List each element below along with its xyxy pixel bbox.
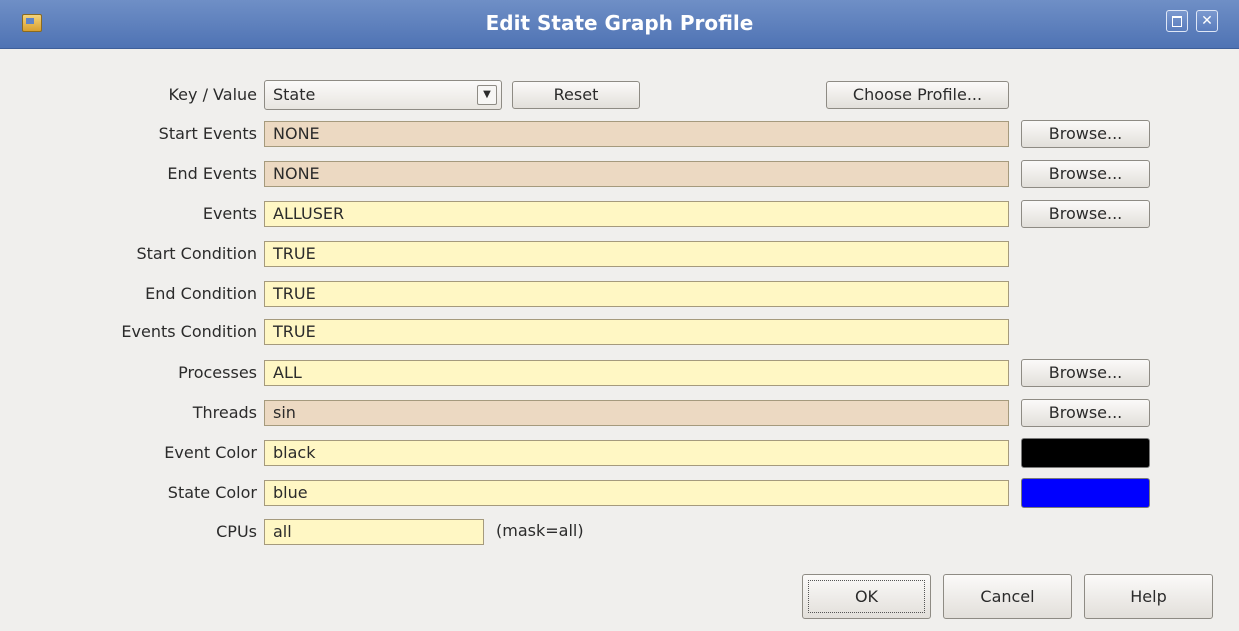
start-condition-label: Start Condition	[136, 244, 257, 263]
events-condition-label: Events Condition	[121, 322, 257, 341]
end-events-label: End Events	[167, 164, 257, 183]
event-color-label: Event Color	[164, 443, 257, 462]
state-color-swatch[interactable]	[1021, 478, 1150, 508]
cpus-label: CPUs	[216, 522, 257, 541]
events-condition-field[interactable]: TRUE	[264, 319, 1009, 345]
cpus-field[interactable]: all	[264, 519, 484, 545]
event-color-swatch[interactable]	[1021, 438, 1150, 468]
state-color-label: State Color	[167, 483, 257, 502]
cancel-button[interactable]: Cancel	[943, 574, 1072, 619]
cpus-mask-text: (mask=all)	[496, 521, 584, 540]
end-events-browse-button[interactable]: Browse...	[1021, 160, 1150, 188]
chevron-down-icon[interactable]: ▼	[477, 85, 497, 105]
help-button[interactable]: Help	[1084, 574, 1213, 619]
choose-profile-button[interactable]: Choose Profile...	[826, 81, 1009, 109]
end-condition-field[interactable]: TRUE	[264, 281, 1009, 307]
ok-button[interactable]: OK	[802, 574, 931, 619]
reset-button[interactable]: Reset	[512, 81, 640, 109]
start-events-browse-button[interactable]: Browse...	[1021, 120, 1150, 148]
window-titlebar[interactable]: Edit State Graph Profile ✕	[0, 0, 1239, 49]
close-button[interactable]: ✕	[1196, 10, 1218, 32]
events-label: Events	[202, 204, 257, 223]
start-condition-field[interactable]: TRUE	[264, 241, 1009, 267]
processes-browse-button[interactable]: Browse...	[1021, 359, 1150, 387]
key-value-selected: State	[273, 85, 316, 104]
start-events-field[interactable]: NONE	[264, 121, 1009, 147]
state-color-field[interactable]: blue	[264, 480, 1009, 506]
events-browse-button[interactable]: Browse...	[1021, 200, 1150, 228]
key-value-select[interactable]: State ▼	[264, 80, 502, 110]
threads-field[interactable]: sin	[264, 400, 1009, 426]
window-title: Edit State Graph Profile	[485, 11, 754, 35]
events-field[interactable]: ALLUSER	[264, 201, 1009, 227]
maximize-button[interactable]	[1166, 10, 1188, 32]
start-events-label: Start Events	[158, 124, 257, 143]
threads-browse-button[interactable]: Browse...	[1021, 399, 1150, 427]
processes-label: Processes	[178, 363, 257, 382]
threads-label: Threads	[192, 403, 257, 422]
end-condition-label: End Condition	[145, 284, 257, 303]
event-color-field[interactable]: black	[264, 440, 1009, 466]
key-value-label: Key / Value	[168, 85, 257, 104]
processes-field[interactable]: ALL	[264, 360, 1009, 386]
focus-ring	[808, 580, 925, 613]
end-events-field[interactable]: NONE	[264, 161, 1009, 187]
